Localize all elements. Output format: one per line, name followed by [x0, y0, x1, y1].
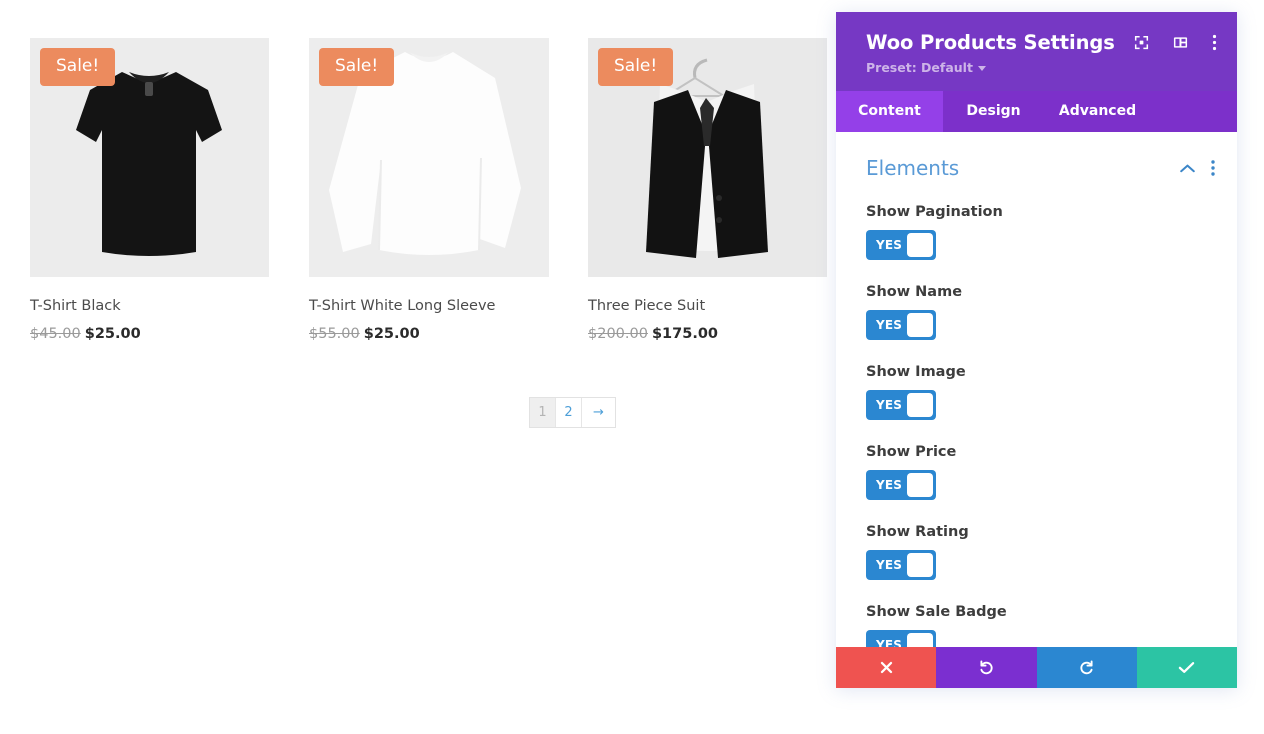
toggle-show-rating[interactable]: YES — [866, 550, 936, 580]
toggle-knob — [907, 633, 933, 647]
product-new-price: $25.00 — [84, 326, 141, 342]
toggle-show-sale-badge[interactable]: YES — [866, 630, 936, 647]
field-show-price: Show Price YES — [836, 444, 1237, 500]
toggle-knob — [907, 233, 933, 257]
toggle-value: YES — [876, 558, 903, 572]
panel-header: Woo Products Settings Preset: Default — [836, 12, 1237, 91]
product-price: $55.00 $25.00 — [309, 326, 548, 342]
product-new-price: $25.00 — [363, 326, 420, 342]
product-title[interactable]: T-Shirt Black — [30, 298, 269, 314]
toggle-show-pagination[interactable]: YES — [866, 230, 936, 260]
product-list: Sale! T-Shirt Black $45.00 $25.00 Sale! … — [0, 38, 836, 342]
sale-badge: Sale! — [598, 48, 674, 86]
product-image[interactable]: Sale! — [30, 38, 269, 277]
tab-design[interactable]: Design — [943, 91, 1044, 132]
toggle-show-image[interactable]: YES — [866, 390, 936, 420]
undo-icon — [980, 660, 993, 675]
preset-label: Preset: Default — [866, 60, 973, 75]
fullscreen-icon[interactable] — [1134, 35, 1149, 50]
section-icons — [1180, 160, 1215, 176]
toggle-value: YES — [876, 398, 903, 412]
sale-badge: Sale! — [40, 48, 116, 86]
product-old-price: $55.00 — [309, 326, 360, 342]
page-root: Sale! T-Shirt Black $45.00 $25.00 Sale! … — [0, 0, 1264, 734]
product-image[interactable]: Sale! — [588, 38, 827, 277]
tab-advanced[interactable]: Advanced — [1044, 91, 1151, 132]
field-label: Show Pagination — [866, 204, 1003, 220]
close-icon — [880, 661, 892, 674]
check-icon — [1179, 662, 1195, 673]
cancel-button[interactable] — [836, 647, 937, 688]
toggle-knob — [907, 313, 933, 337]
field-label: Show Name — [866, 284, 963, 300]
toggle-show-price[interactable]: YES — [866, 470, 936, 500]
field-label: Show Rating — [866, 524, 969, 540]
preset-selector[interactable]: Preset: Default — [866, 60, 986, 75]
panel-body: Elements Show Pagination YES Show Name Y… — [836, 132, 1237, 647]
more-vertical-icon[interactable] — [1212, 34, 1217, 51]
woo-products-grid: Sale! T-Shirt Black $45.00 $25.00 Sale! … — [0, 0, 836, 450]
settings-panel: Woo Products Settings Preset: Default Co… — [836, 12, 1237, 688]
product-title[interactable]: Three Piece Suit — [588, 298, 827, 314]
panel-tabs: Content Design Advanced — [836, 91, 1237, 132]
product-old-price: $200.00 — [588, 326, 648, 342]
product-card[interactable]: Sale! Three Piece Suit $200.00 $175.00 — [588, 38, 827, 342]
toggle-knob — [907, 473, 933, 497]
product-title[interactable]: T-Shirt White Long Sleeve — [309, 298, 548, 314]
chevron-up-icon[interactable] — [1180, 164, 1195, 173]
save-button[interactable] — [1136, 647, 1237, 688]
toggle-knob — [907, 553, 933, 577]
pagination-page-1[interactable]: 1 — [530, 398, 556, 427]
sale-badge: Sale! — [319, 48, 395, 86]
field-show-sale-badge: Show Sale Badge YES — [836, 604, 1237, 647]
field-show-image: Show Image YES — [836, 364, 1237, 420]
redo-button[interactable] — [1036, 647, 1137, 688]
field-label: Show Price — [866, 444, 957, 460]
product-card[interactable]: Sale! T-Shirt White Long Sleeve $55.00 $2… — [309, 38, 549, 342]
product-card[interactable]: Sale! T-Shirt Black $45.00 $25.00 — [30, 38, 269, 342]
redo-icon — [1080, 660, 1093, 675]
pagination-page-2[interactable]: 2 — [556, 398, 582, 427]
more-vertical-icon[interactable] — [1211, 160, 1215, 176]
product-price: $200.00 $175.00 — [588, 326, 827, 342]
toggle-value: YES — [876, 638, 903, 647]
chevron-down-icon — [977, 66, 986, 71]
product-price: $45.00 $25.00 — [30, 326, 269, 342]
product-old-price: $45.00 — [30, 326, 81, 342]
field-show-rating: Show Rating YES — [836, 524, 1237, 580]
toggle-value: YES — [876, 318, 903, 332]
pagination: 1 2 → — [529, 397, 616, 428]
field-show-pagination: Show Pagination YES — [836, 204, 1237, 260]
field-show-name: Show Name YES — [836, 284, 1237, 340]
product-image[interactable]: Sale! — [309, 38, 549, 277]
panel-footer — [836, 647, 1237, 688]
toggle-knob — [907, 393, 933, 417]
section-title: Elements — [866, 156, 960, 180]
section-header-elements: Elements — [836, 132, 1237, 180]
field-label: Show Sale Badge — [866, 604, 1007, 620]
panel-header-icons — [1134, 34, 1217, 51]
layout-panel-icon[interactable] — [1173, 35, 1188, 50]
pagination-next-icon[interactable]: → — [582, 398, 615, 427]
toggle-value: YES — [876, 478, 903, 492]
toggle-value: YES — [876, 238, 903, 252]
product-new-price: $175.00 — [651, 326, 719, 342]
toggle-show-name[interactable]: YES — [866, 310, 936, 340]
undo-button[interactable] — [936, 647, 1037, 688]
field-label: Show Image — [866, 364, 966, 380]
tab-content[interactable]: Content — [836, 91, 943, 132]
